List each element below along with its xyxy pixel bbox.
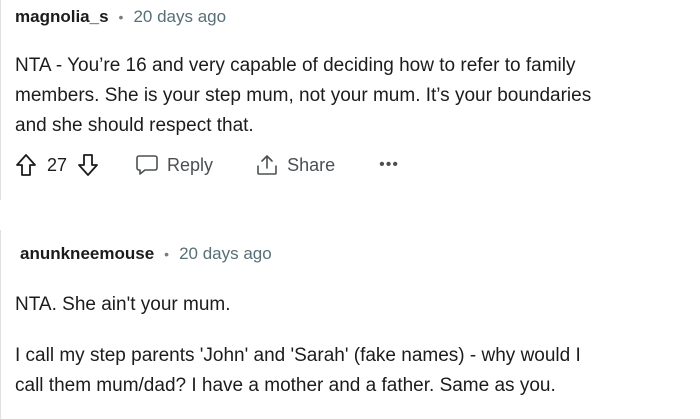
ellipsis-icon: ••• <box>379 156 399 173</box>
reply-button[interactable]: Reply <box>135 154 213 176</box>
reply-label: Reply <box>167 154 214 175</box>
share-label: Share <box>287 154 336 175</box>
comment-timestamp[interactable]: 20 days ago <box>133 6 226 28</box>
comment-text-line: NTA. She ain't your mum. <box>15 294 231 315</box>
comment-body: NTA. She ain't your mum. I call my step … <box>15 290 690 401</box>
comment-text-line: NTA - You’re 16 and very capable of deci… <box>15 55 576 76</box>
thread-line-bottom <box>0 230 1 419</box>
comment-username[interactable]: magnolia_s <box>15 6 109 28</box>
comment-meta: anunkneemouse • 20 days ago <box>20 243 690 265</box>
share-icon <box>257 155 277 175</box>
comment-text-line: I call my step parents 'John' and 'Sarah… <box>15 345 581 366</box>
comment-timestamp[interactable]: 20 days ago <box>179 243 272 265</box>
arrow-down-icon <box>78 154 98 176</box>
thread-line-top <box>0 0 1 200</box>
comment-text-line: members. She is your step mum, not your … <box>15 85 592 106</box>
comment-meta: magnolia_s • 20 days ago <box>15 6 690 28</box>
vote-score: 27 <box>47 154 68 175</box>
comment-username[interactable]: anunkneemouse <box>20 243 154 265</box>
arrow-up-icon <box>16 154 36 176</box>
more-options-button[interactable]: ••• <box>379 156 399 174</box>
upvote-button[interactable] <box>15 153 37 177</box>
meta-separator: • <box>118 9 124 25</box>
comment: magnolia_s • 20 days ago NTA - You’re 16… <box>15 6 690 181</box>
speech-bubble-icon <box>136 155 158 175</box>
share-button[interactable]: Share <box>255 153 335 177</box>
comment: anunkneemouse • 20 days ago NTA. She ain… <box>15 243 690 401</box>
comment-text-line: and she should respect that. <box>15 115 254 136</box>
comment-actions: 27 Reply Share ••• <box>15 149 690 181</box>
downvote-button[interactable] <box>77 153 99 177</box>
comment-body: NTA - You’re 16 and very capable of deci… <box>15 51 690 141</box>
comment-text-line: call them mum/dad? I have a mother and a… <box>15 375 556 396</box>
meta-separator: • <box>164 246 170 262</box>
